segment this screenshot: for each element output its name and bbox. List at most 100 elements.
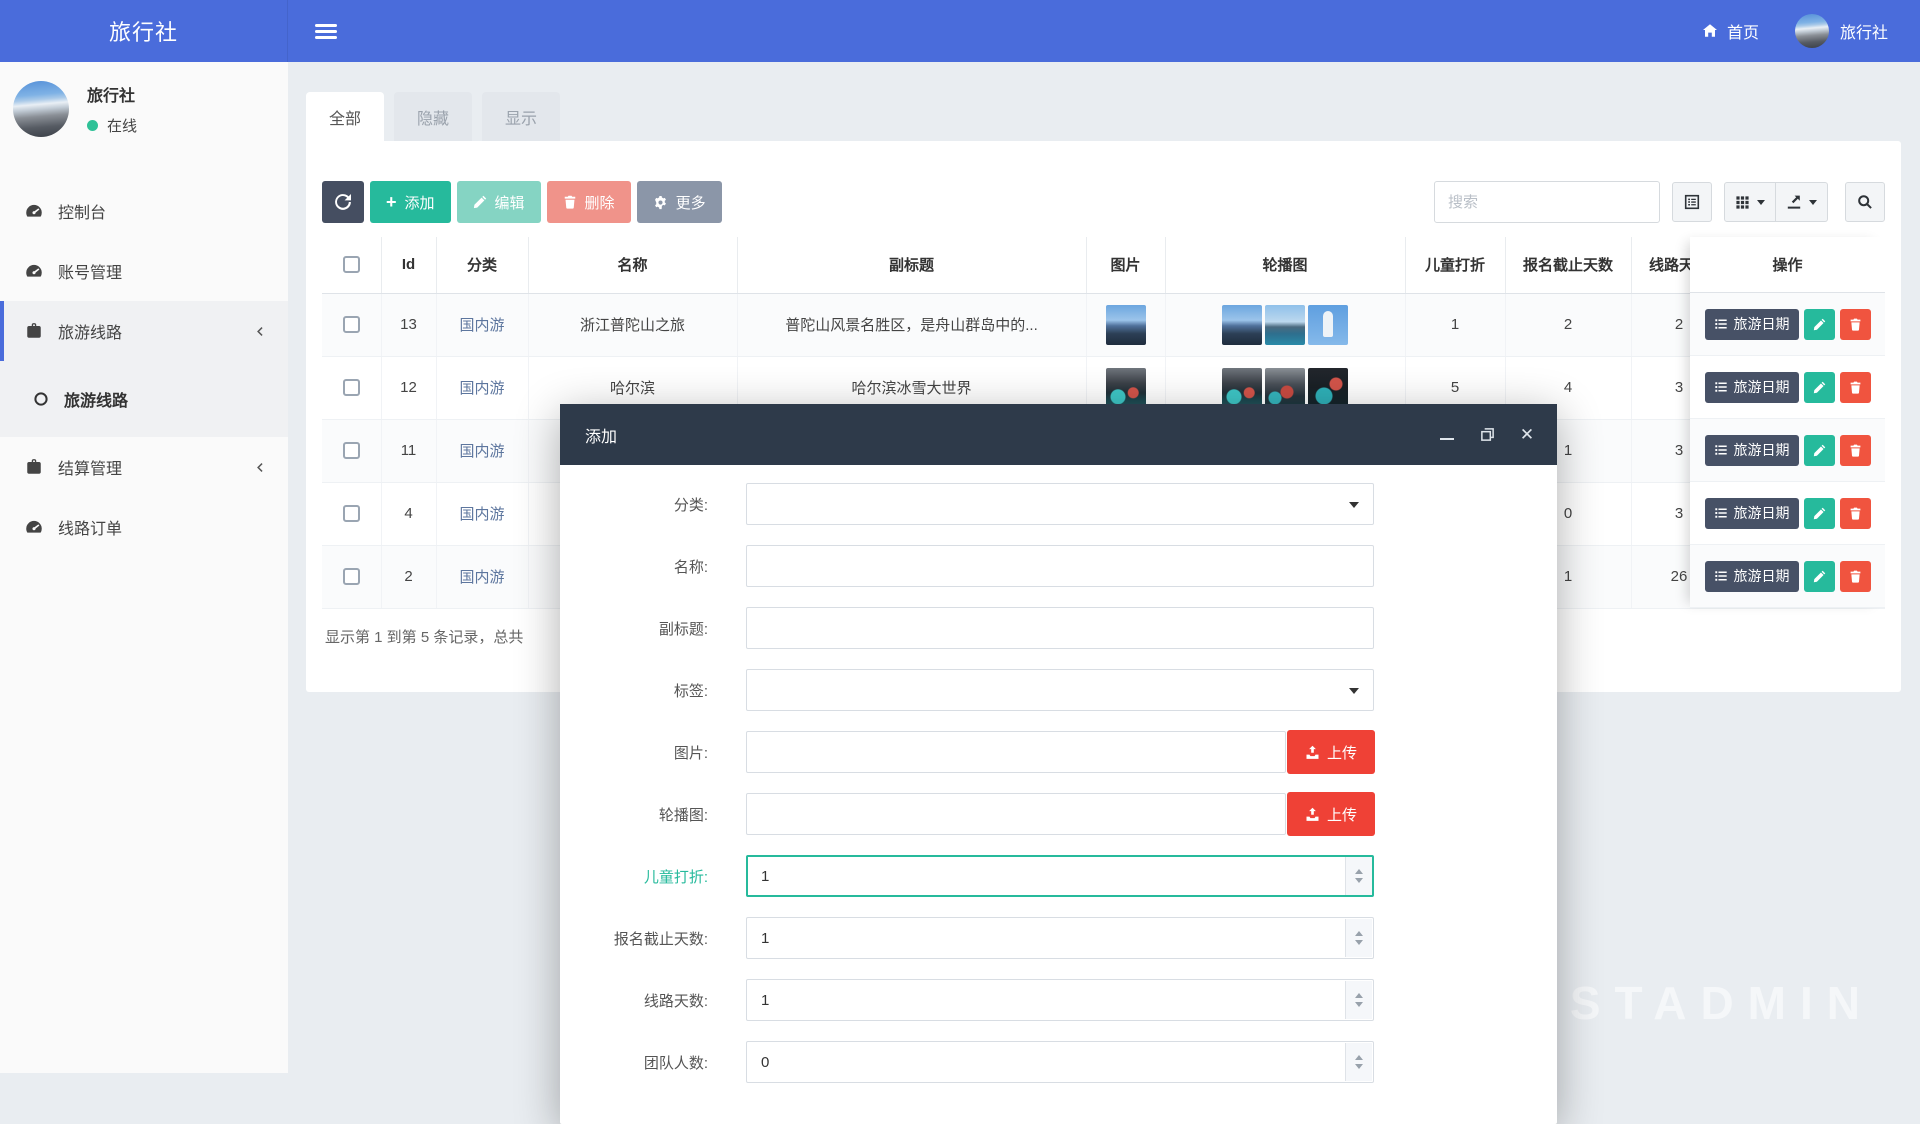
export-button[interactable] (1776, 182, 1828, 222)
nav-home-link[interactable]: 首页 (1702, 19, 1759, 43)
carousel-thumb[interactable] (1308, 305, 1348, 345)
select-field[interactable] (746, 483, 1374, 525)
row-checkbox[interactable] (343, 505, 360, 522)
col-header-deadline-days[interactable]: 报名截止天数 (1505, 237, 1631, 293)
row-delete-button[interactable] (1840, 435, 1871, 466)
trash-icon (1849, 444, 1862, 457)
sidebar-item-3-sub-旅游线路[interactable]: 旅游线路 (0, 361, 288, 437)
category-link[interactable]: 国内游 (459, 380, 504, 397)
row-delete-button[interactable] (1840, 372, 1871, 403)
refresh-button[interactable] (322, 181, 364, 223)
row-checkbox[interactable] (343, 316, 360, 333)
upload-path-field[interactable] (746, 793, 1286, 835)
carousel-thumb[interactable] (1222, 368, 1262, 408)
sidebar-item-2-旅游线路[interactable]: 旅游线路 (0, 301, 288, 361)
select-all-checkbox[interactable] (343, 256, 360, 273)
row-id: 13 (381, 293, 436, 356)
number-spinner[interactable] (1345, 857, 1372, 895)
search-submit-button[interactable] (1845, 182, 1885, 222)
row-edit-button[interactable] (1804, 561, 1835, 592)
col-header-child-discount[interactable]: 儿童打折 (1405, 237, 1505, 293)
col-header-image[interactable]: 图片 (1086, 237, 1165, 293)
tab-隐藏[interactable]: 隐藏 (394, 92, 472, 141)
row-checkbox[interactable] (343, 442, 360, 459)
row-edit-button[interactable] (1804, 372, 1835, 403)
category-link[interactable]: 国内游 (459, 506, 504, 523)
circle-icon (33, 391, 49, 407)
upload-path-field[interactable] (746, 731, 1286, 773)
carousel-thumb[interactable] (1265, 368, 1305, 408)
caret-down-icon (1349, 688, 1359, 694)
row-edit-button[interactable] (1804, 435, 1835, 466)
col-header-carousel[interactable]: 轮播图 (1165, 237, 1405, 293)
minimize-button[interactable] (1439, 427, 1455, 443)
select-field[interactable] (746, 669, 1374, 711)
dialog-header[interactable]: 添加 ✕ (560, 404, 1557, 465)
sidebar-item-label: 结算管理 (58, 455, 122, 479)
spinner-down-icon (1355, 940, 1363, 945)
travel-dates-button[interactable]: 旅游日期 (1705, 498, 1799, 529)
row-delete-button[interactable] (1840, 498, 1871, 529)
tab-全部[interactable]: 全部 (306, 92, 384, 141)
sidebar-item-4-结算管理[interactable]: 结算管理 (0, 437, 288, 497)
sidebar-toggle-icon[interactable] (315, 21, 337, 42)
columns-button[interactable] (1724, 182, 1776, 222)
row-checkbox-cell (322, 419, 381, 482)
sidebar-item-5-线路订单[interactable]: 线路订单 (0, 497, 288, 557)
travel-dates-button[interactable]: 旅游日期 (1705, 561, 1799, 592)
form-row-2: 副标题: (560, 606, 1557, 650)
row-image-thumb[interactable] (1106, 305, 1146, 345)
number-field[interactable] (746, 917, 1374, 959)
text-field[interactable] (746, 607, 1374, 649)
close-button[interactable]: ✕ (1519, 427, 1535, 443)
row-checkbox[interactable] (343, 568, 360, 585)
add-button[interactable]: + 添加 (370, 181, 451, 223)
maximize-button[interactable] (1479, 427, 1495, 443)
gear-icon (653, 195, 668, 210)
col-header-category[interactable]: 分类 (436, 237, 528, 293)
category-link[interactable]: 国内游 (459, 443, 504, 460)
col-header-name[interactable]: 名称 (528, 237, 737, 293)
carousel-thumb[interactable] (1265, 305, 1305, 345)
carousel-thumb[interactable] (1308, 368, 1348, 408)
row-checkbox[interactable] (343, 379, 360, 396)
text-field[interactable] (746, 545, 1374, 587)
travel-dates-button[interactable]: 旅游日期 (1705, 309, 1799, 340)
number-spinner[interactable] (1345, 919, 1372, 957)
col-header-id[interactable]: Id (381, 237, 436, 293)
detail-view-icon (1684, 194, 1700, 210)
category-link[interactable]: 国内游 (459, 569, 504, 586)
sidebar-item-0-控制台[interactable]: 控制台 (0, 181, 288, 241)
carousel-thumb[interactable] (1222, 305, 1262, 345)
number-field[interactable] (746, 855, 1374, 897)
field-label: 儿童打折: (560, 866, 708, 887)
upload-button[interactable]: 上传 (1287, 792, 1375, 836)
number-field[interactable] (746, 979, 1374, 1021)
col-header-subtitle[interactable]: 副标题 (737, 237, 1086, 293)
sidebar-item-1-账号管理[interactable]: 账号管理 (0, 241, 288, 301)
tab-显示[interactable]: 显示 (482, 92, 560, 141)
upload-button[interactable]: 上传 (1287, 730, 1375, 774)
row-category-cell: 国内游 (436, 419, 528, 482)
number-spinner[interactable] (1345, 1043, 1372, 1081)
delete-button[interactable]: 删除 (547, 181, 631, 223)
travel-dates-button[interactable]: 旅游日期 (1705, 372, 1799, 403)
edit-button[interactable]: 编辑 (457, 181, 541, 223)
more-button[interactable]: 更多 (637, 181, 722, 223)
row-edit-button[interactable] (1804, 309, 1835, 340)
number-spinner[interactable] (1345, 981, 1372, 1019)
row-image-thumb[interactable] (1106, 368, 1146, 408)
field-control (746, 669, 1374, 711)
number-field[interactable] (746, 1041, 1374, 1083)
brand-title[interactable]: 旅行社 (0, 0, 288, 62)
row-delete-button[interactable] (1840, 309, 1871, 340)
field-label: 副标题: (560, 618, 708, 639)
search-input[interactable] (1434, 181, 1660, 223)
detail-view-button[interactable] (1672, 182, 1712, 222)
nav-user-menu[interactable]: 旅行社 (1795, 14, 1888, 48)
pencil-icon (473, 195, 487, 209)
category-link[interactable]: 国内游 (459, 317, 504, 334)
row-edit-button[interactable] (1804, 498, 1835, 529)
travel-dates-button[interactable]: 旅游日期 (1705, 435, 1799, 466)
row-delete-button[interactable] (1840, 561, 1871, 592)
